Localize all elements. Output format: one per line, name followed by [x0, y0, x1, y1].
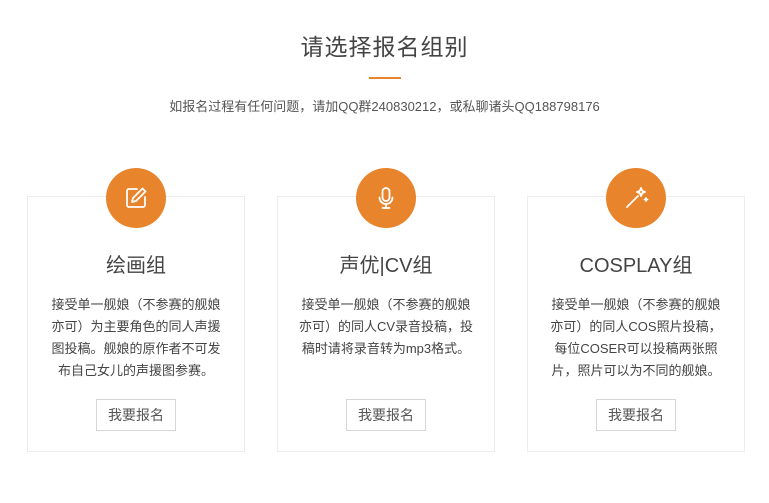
card-description: 接受单一舰娘（不参赛的舰娘亦可）的同人CV录音投稿，投稿时请将录音转为mp3格式…: [298, 297, 474, 356]
page-subtitle: 如报名过程有任何问题，请加QQ群240830212，或私聊诸头QQ1887981…: [169, 99, 600, 114]
edit-icon: [106, 168, 166, 228]
card-title: COSPLAY组: [579, 255, 693, 277]
magic-wand-icon: [606, 168, 666, 228]
card-painting: 绘画组 接受单一舰娘（不参赛的舰娘亦可）为主要角色的同人声援图投稿。舰娘的原作者…: [27, 196, 245, 452]
title-divider: [369, 77, 401, 79]
register-button-painting[interactable]: 我要报名: [96, 399, 176, 431]
microphone-icon: [356, 168, 416, 228]
card-title: 绘画组: [106, 255, 166, 277]
page-title: 请选择报名组别: [300, 34, 469, 60]
register-button-cosplay[interactable]: 我要报名: [596, 399, 676, 431]
card-description: 接受单一舰娘（不参赛的舰娘亦可）为主要角色的同人声援图投稿。舰娘的原作者不可发布…: [51, 297, 221, 378]
card-title: 声优|CV组: [339, 255, 433, 277]
card-description: 接受单一舰娘（不参赛的舰娘亦可）的同人COS照片投稿，每位COSER可以投稿两张…: [550, 297, 722, 378]
card-voice: 声优|CV组 接受单一舰娘（不参赛的舰娘亦可）的同人CV录音投稿，投稿时请将录音…: [277, 196, 495, 452]
card-cosplay: COSPLAY组 接受单一舰娘（不参赛的舰娘亦可）的同人COS照片投稿，每位CO…: [527, 196, 745, 452]
register-button-voice[interactable]: 我要报名: [346, 399, 426, 431]
